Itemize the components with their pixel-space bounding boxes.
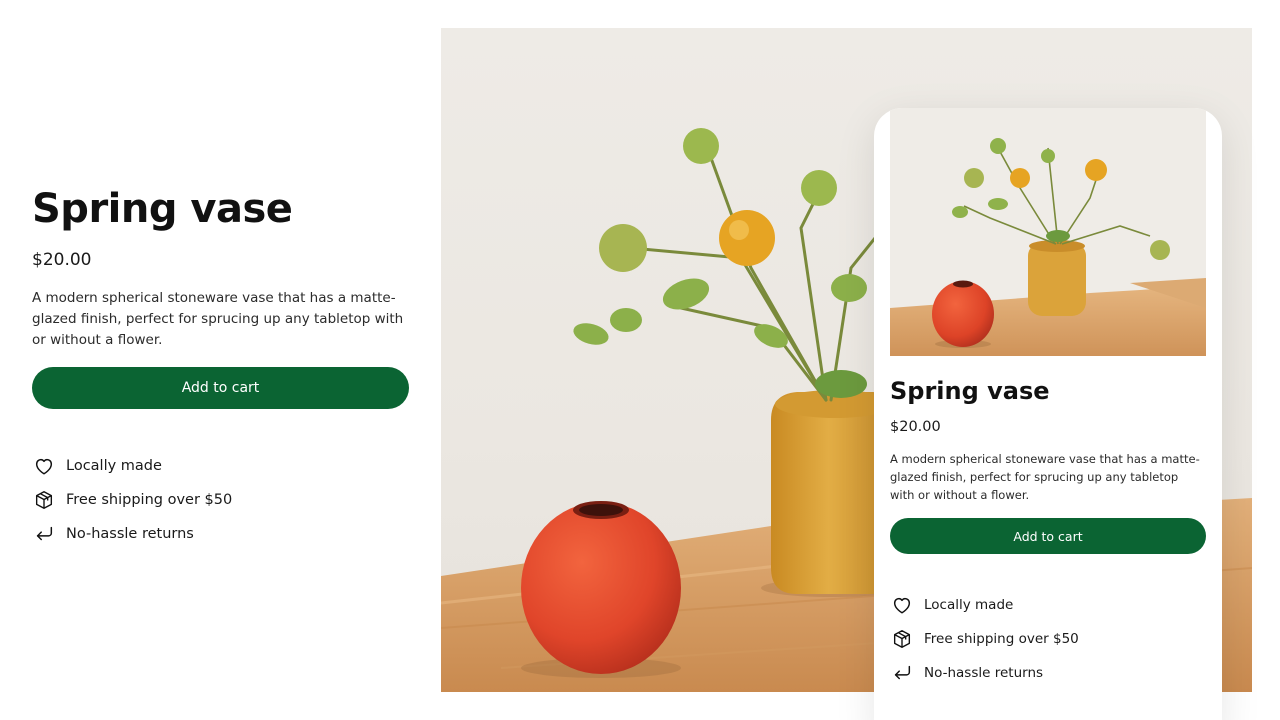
feature-label: Locally made — [66, 458, 162, 474]
feature-label: Free shipping over $50 — [924, 631, 1079, 647]
feature-label: No-hassle returns — [66, 526, 194, 542]
feature-item: Locally made — [32, 449, 409, 483]
feature-list: Locally made Free shipping over $50 No-h… — [32, 449, 409, 551]
mobile-product-title: Spring vase — [890, 377, 1050, 405]
feature-item: Free shipping over $50 — [890, 622, 1206, 656]
heart-icon — [890, 593, 914, 617]
product-title: Spring vase — [32, 186, 293, 232]
feature-item: No-hassle returns — [32, 517, 409, 551]
mobile-add-to-cart-button[interactable]: Add to cart — [890, 518, 1206, 554]
return-arrow-icon — [890, 661, 914, 685]
heart-icon — [32, 454, 56, 478]
product-page: Spring vase $20.00 A modern spherical st… — [0, 0, 1280, 720]
feature-label: Locally made — [924, 597, 1014, 613]
package-icon — [32, 488, 56, 512]
product-details: Spring vase $20.00 A modern spherical st… — [32, 186, 409, 551]
mobile-product-details: Spring vase $20.00 A modern spherical st… — [890, 376, 1206, 690]
return-arrow-icon — [32, 522, 56, 546]
mobile-feature-list: Locally made Free shipping over $50 No-h… — [890, 588, 1206, 690]
feature-item: Locally made — [890, 588, 1206, 622]
feature-item: No-hassle returns — [890, 656, 1206, 690]
mobile-product-description: A modern spherical stoneware vase that h… — [890, 452, 1200, 502]
feature-item: Free shipping over $50 — [32, 483, 409, 517]
mobile-preview: Spring vase $20.00 A modern spherical st… — [874, 108, 1222, 720]
product-thumbnail — [890, 108, 1206, 356]
feature-label: Free shipping over $50 — [66, 492, 233, 508]
add-to-cart-button[interactable]: Add to cart — [32, 367, 409, 409]
product-price: $20.00 — [32, 250, 92, 270]
feature-label: No-hassle returns — [924, 665, 1044, 681]
mobile-product-price: $20.00 — [890, 419, 941, 435]
product-description: A modern spherical stoneware vase that h… — [32, 290, 404, 348]
package-icon — [890, 627, 914, 651]
